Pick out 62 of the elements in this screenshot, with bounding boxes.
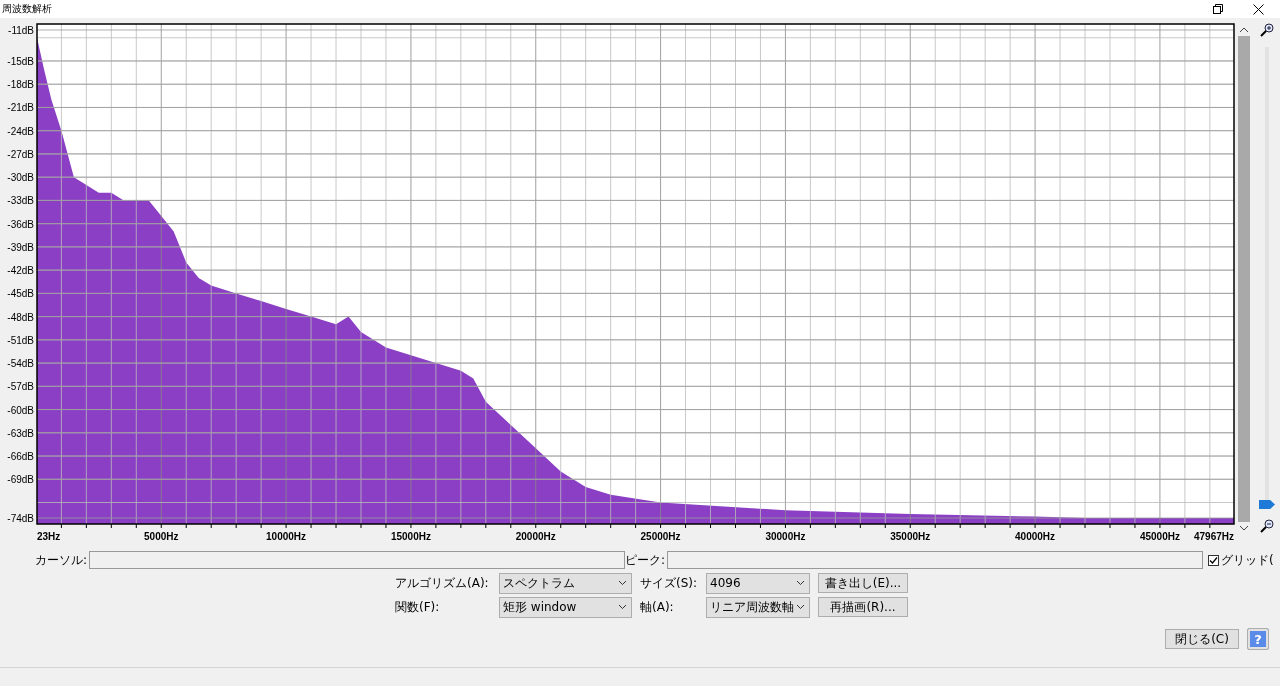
close-icon[interactable]: [1253, 3, 1264, 15]
scroll-down-icon[interactable]: [1239, 524, 1249, 532]
window-title: 周波数解析: [2, 2, 52, 16]
y-axis-label: -18dB: [7, 79, 34, 91]
chevron-down-icon: [618, 580, 627, 586]
x-axis-label: 23Hz: [37, 531, 61, 542]
chevron-down-icon: [796, 580, 805, 586]
zoom-in-icon[interactable]: [1260, 23, 1274, 37]
slider-thumb[interactable]: [1259, 500, 1275, 509]
cursor-field[interactable]: [89, 551, 626, 569]
algorithm-label: アルゴリズム(A):: [395, 574, 490, 592]
size-dropdown[interactable]: 4096: [706, 572, 810, 594]
replot-button[interactable]: 再描画(R)...: [818, 597, 908, 617]
x-axis-label: 45000Hz: [1139, 531, 1180, 542]
y-axis-label: -11dB: [8, 25, 34, 36]
grid-label: グリッド(: [1221, 551, 1274, 569]
y-axis-label: -33dB: [7, 195, 34, 207]
chevron-down-icon: [618, 604, 627, 610]
y-axis-label: -57dB: [7, 381, 34, 393]
y-axis-label: -39dB: [7, 241, 34, 253]
axis-label: 軸(A):: [640, 598, 675, 616]
x-axis-label: 10000Hz: [266, 531, 307, 542]
x-axis-label: 40000Hz: [1015, 531, 1056, 542]
y-axis-label: -42dB: [7, 265, 34, 277]
x-axis-label: 47967Hz: [1193, 531, 1234, 542]
cursor-label: カーソル:: [35, 551, 88, 569]
chevron-down-icon: [796, 604, 805, 610]
x-axis-label: 35000Hz: [890, 531, 931, 542]
y-axis-label: -30dB: [7, 172, 34, 184]
y-axis-label: -27dB: [7, 148, 34, 160]
y-axis-label: -36dB: [7, 218, 34, 230]
grid-checkbox[interactable]: [1208, 554, 1220, 566]
y-axis-label: -60dB: [7, 404, 34, 416]
y-axis-label: -45dB: [7, 288, 34, 300]
x-axis-label: 20000Hz: [515, 531, 556, 542]
restore-icon[interactable]: [1213, 4, 1223, 14]
y-axis-label: -21dB: [7, 102, 34, 114]
peak-field[interactable]: [667, 551, 1204, 569]
axis-dropdown[interactable]: リニア周波数軸: [706, 596, 810, 618]
y-axis-label: -51dB: [7, 334, 34, 346]
algorithm-dropdown[interactable]: スペクトラム: [499, 572, 632, 594]
peak-label: ピーク:: [625, 551, 666, 569]
close-button[interactable]: 閉じる(C): [1165, 629, 1239, 649]
y-axis-label: -15dB: [7, 56, 34, 67]
export-button[interactable]: 書き出し(E)...: [818, 573, 908, 593]
size-label: サイズ(S):: [640, 574, 699, 592]
y-axis-label: -24dB: [7, 125, 34, 137]
x-axis-label: 30000Hz: [765, 531, 806, 542]
function-dropdown[interactable]: 矩形 window: [499, 596, 632, 618]
zoom-out-icon[interactable]: [1260, 519, 1274, 533]
x-axis-label: 25000Hz: [640, 531, 681, 542]
y-axis-label: -66dB: [7, 451, 34, 463]
y-axis-label: -63dB: [7, 427, 34, 439]
y-axis-label: -48dB: [7, 311, 34, 323]
y-axis-label: -69dB: [7, 474, 34, 486]
x-axis-label: 15000Hz: [390, 531, 431, 542]
y-axis-label: -54dB: [7, 358, 34, 370]
scrollbar-thumb[interactable]: [1238, 36, 1250, 522]
x-axis-label: 5000Hz: [144, 531, 179, 542]
y-axis-label: -74dB: [7, 513, 34, 524]
function-label: 関数(F):: [395, 598, 441, 616]
scroll-up-icon[interactable]: [1239, 26, 1249, 34]
